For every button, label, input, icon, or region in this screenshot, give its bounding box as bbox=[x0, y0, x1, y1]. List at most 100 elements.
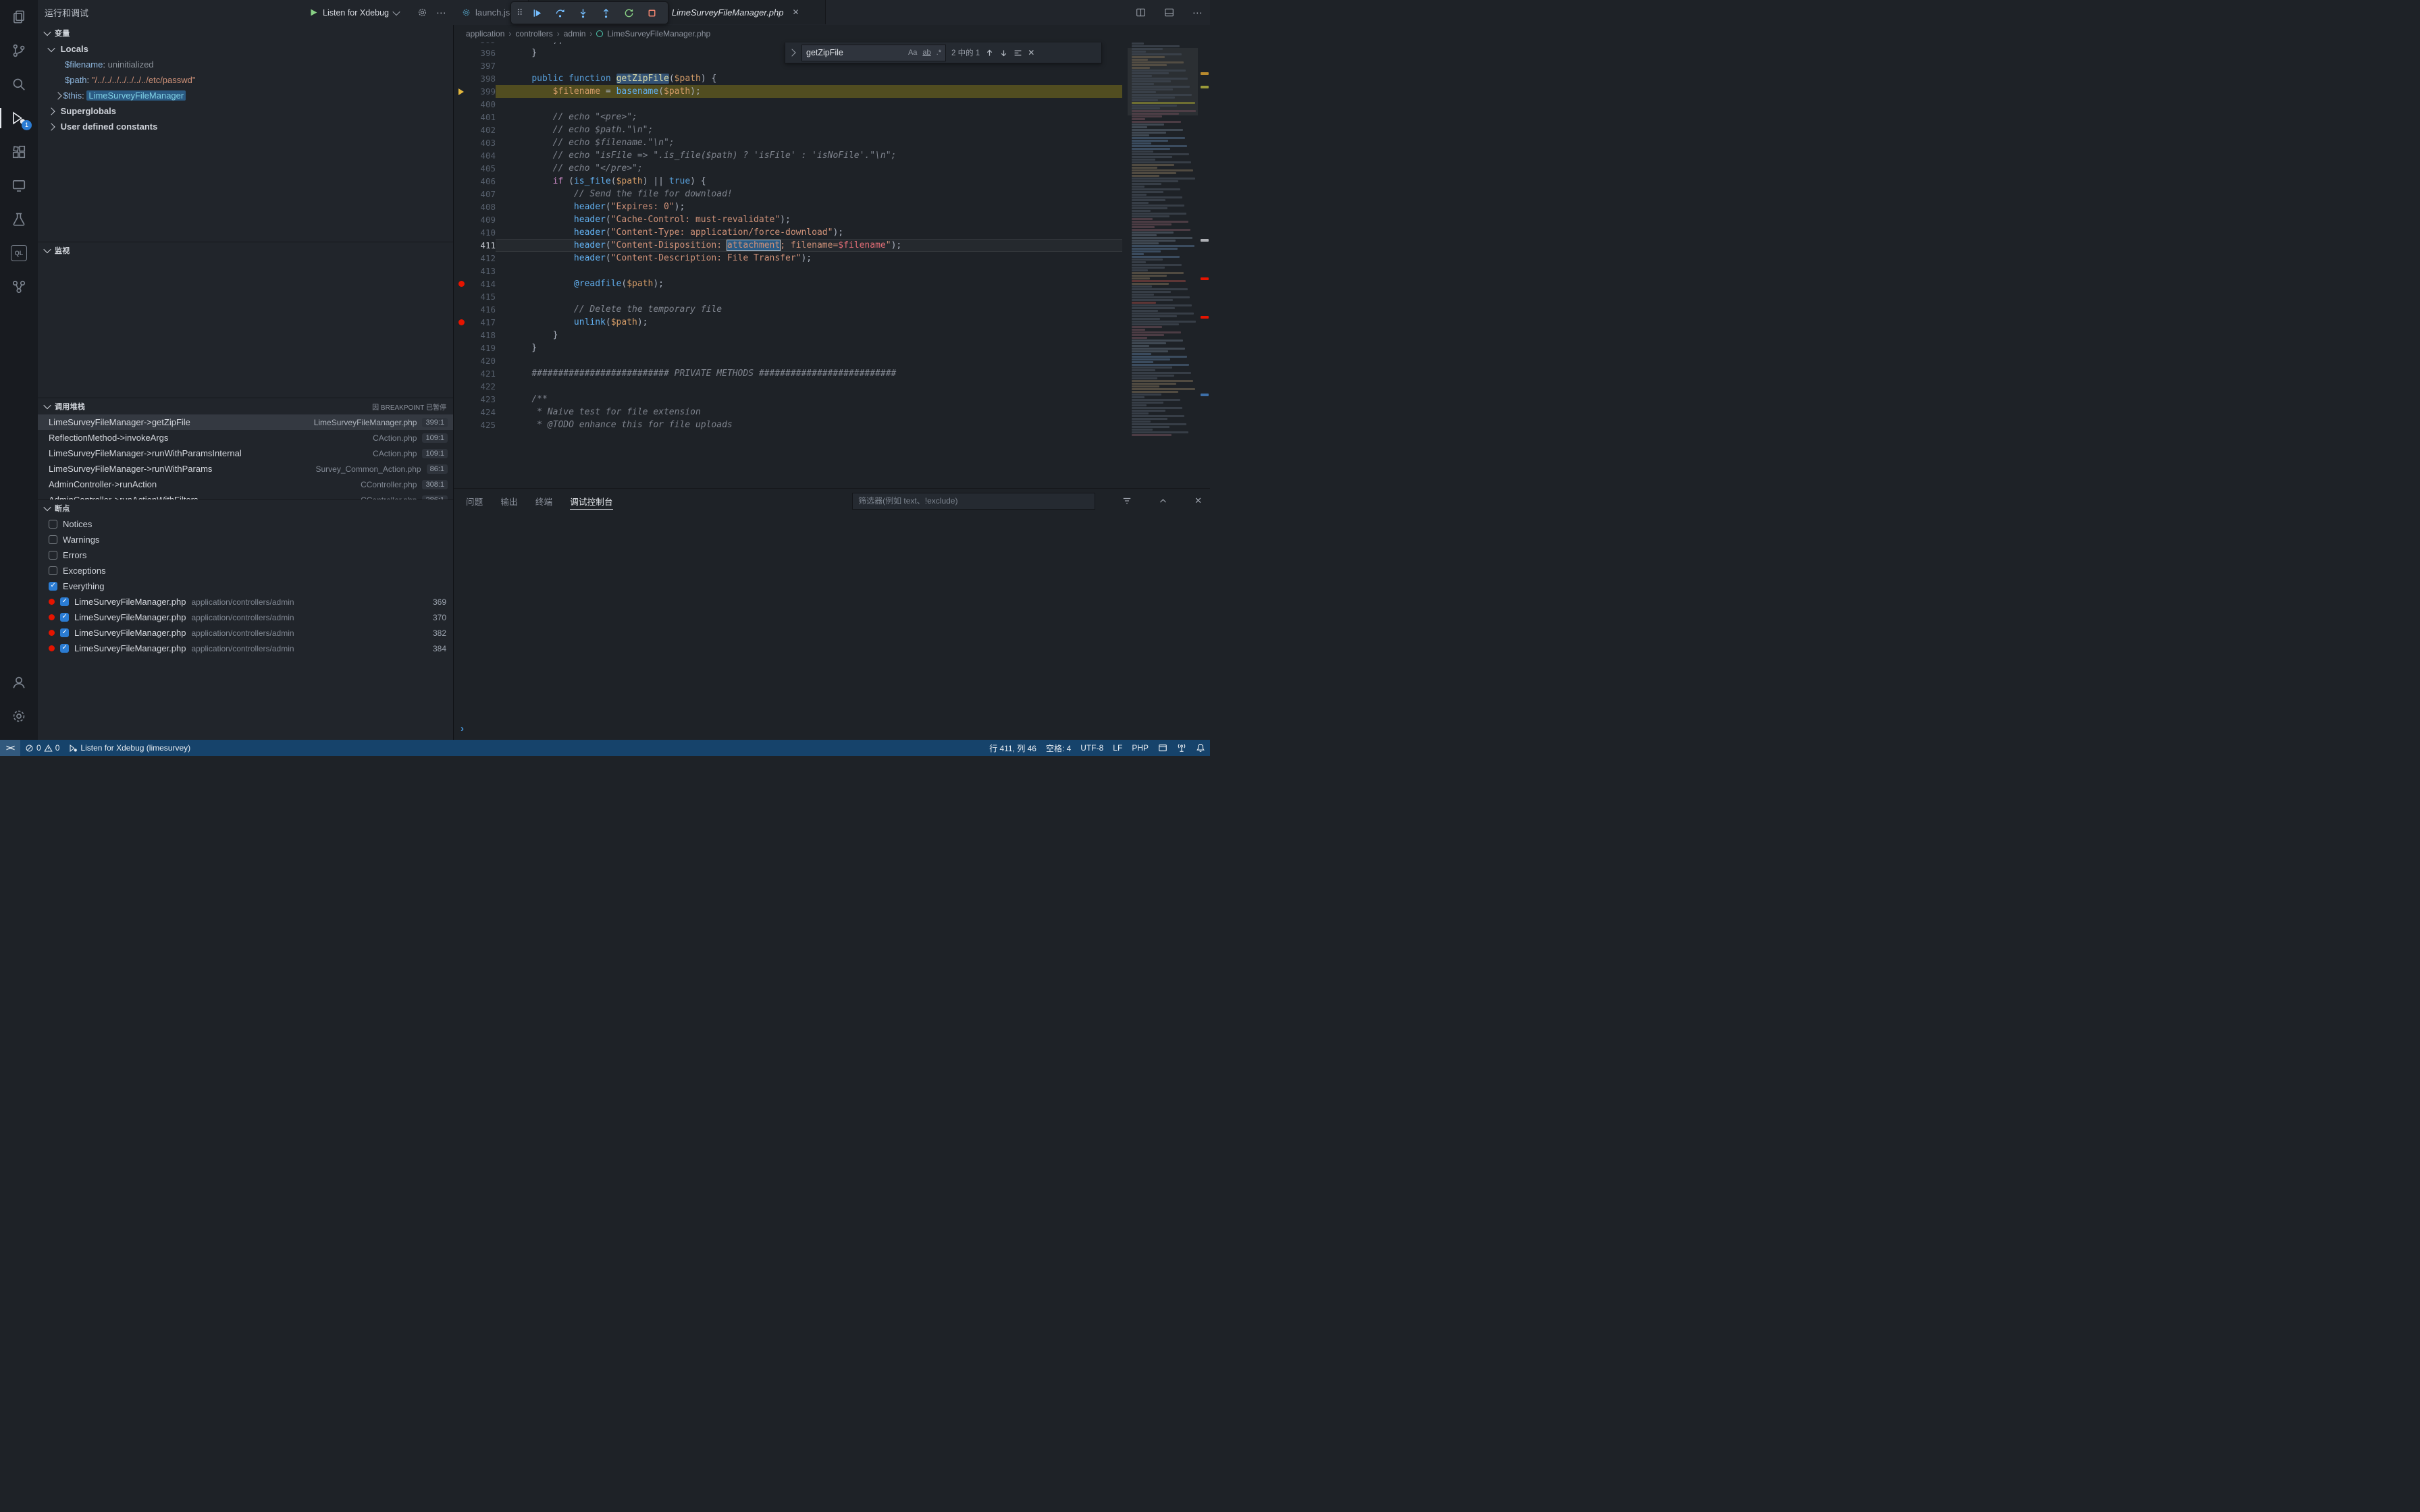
checkbox[interactable] bbox=[60, 613, 69, 622]
minimap[interactable] bbox=[1128, 43, 1198, 448]
line-number[interactable]: 423 bbox=[469, 393, 496, 406]
line-content[interactable] bbox=[496, 98, 1122, 111]
previous-match-icon[interactable] bbox=[985, 49, 994, 57]
line-content[interactable]: // echo $filename."\n"; bbox=[496, 136, 1122, 149]
remote-explorer-icon[interactable] bbox=[0, 169, 38, 202]
gutter-margin[interactable] bbox=[454, 406, 469, 418]
gutter-margin[interactable] bbox=[454, 47, 469, 59]
gutter-margin[interactable] bbox=[454, 252, 469, 265]
toggle-panel-layout-icon[interactable] bbox=[1164, 7, 1174, 18]
step-into-button[interactable] bbox=[573, 3, 594, 22]
line-content[interactable]: header("Expires: 0"); bbox=[496, 200, 1122, 213]
gutter-margin[interactable] bbox=[454, 98, 469, 111]
line-number[interactable]: 421 bbox=[469, 367, 496, 380]
find-input[interactable]: getZipFile Aa ab .* bbox=[801, 45, 946, 61]
ports-icon[interactable] bbox=[1172, 740, 1191, 756]
call-stack-section-header[interactable]: 调用堆栈 因 BREAKPOINT 已暂停 bbox=[38, 398, 453, 414]
tab-debug-console[interactable]: 调试控制台 bbox=[570, 489, 613, 513]
line-number[interactable]: 406 bbox=[469, 175, 496, 188]
breakpoint-toggle-row[interactable]: Warnings bbox=[38, 532, 453, 547]
gutter-margin[interactable] bbox=[454, 342, 469, 354]
checkbox[interactable] bbox=[49, 566, 57, 575]
line-content[interactable]: ########################## PRIVATE METHO… bbox=[496, 367, 1122, 380]
line-number[interactable]: 417 bbox=[469, 316, 496, 329]
tab-problems[interactable]: 问题 bbox=[466, 489, 483, 513]
checkbox[interactable] bbox=[49, 520, 57, 529]
line-number[interactable]: 425 bbox=[469, 418, 496, 431]
breadcrumb-item[interactable]: LimeSurveyFileManager.php bbox=[607, 29, 710, 38]
variable-row[interactable]: $path: "/../../../../../../../etc/passwd… bbox=[38, 72, 453, 88]
line-content[interactable]: $filename = basename($path); bbox=[496, 85, 1122, 98]
gutter-margin[interactable] bbox=[454, 124, 469, 136]
line-content[interactable]: // echo "</pre>"; bbox=[496, 162, 1122, 175]
checkbox[interactable] bbox=[49, 551, 57, 560]
breakpoint-toggle-row[interactable]: Notices bbox=[38, 516, 453, 532]
line-number[interactable]: 408 bbox=[469, 200, 496, 213]
breakpoint-row[interactable]: LimeSurveyFileManager.phpapplication/con… bbox=[38, 625, 453, 641]
call-stack-frame[interactable]: ReflectionMethod->invokeArgsCAction.php1… bbox=[38, 430, 453, 446]
browser-preview-icon[interactable] bbox=[1153, 740, 1172, 756]
call-stack-frame[interactable]: LimeSurveyFileManager->runWithParamsSurv… bbox=[38, 461, 453, 477]
find-in-selection-icon[interactable] bbox=[1014, 49, 1022, 57]
line-number[interactable]: 410 bbox=[469, 226, 496, 239]
breakpoints-section-header[interactable]: 断点 bbox=[38, 500, 453, 516]
gutter-margin[interactable] bbox=[454, 162, 469, 175]
gutter-margin[interactable] bbox=[454, 418, 469, 431]
gutter-margin[interactable] bbox=[454, 367, 469, 380]
files-icon[interactable] bbox=[0, 0, 38, 34]
gutter-margin[interactable] bbox=[454, 290, 469, 303]
line-content[interactable]: } bbox=[496, 342, 1122, 354]
gutter-margin[interactable] bbox=[454, 72, 469, 85]
gutter-margin[interactable] bbox=[454, 136, 469, 149]
checkbox[interactable] bbox=[60, 628, 69, 637]
split-editor-icon[interactable] bbox=[1136, 7, 1146, 18]
overview-ruler[interactable] bbox=[1199, 43, 1210, 488]
settings-gear-icon[interactable] bbox=[0, 699, 38, 733]
scope-row-superglobals[interactable]: Superglobals bbox=[38, 103, 453, 119]
line-content[interactable] bbox=[496, 380, 1122, 393]
breakpoint-dot-icon[interactable] bbox=[458, 281, 465, 287]
more-actions-icon[interactable]: ⋯ bbox=[1192, 7, 1203, 19]
match-case-icon[interactable]: Aa bbox=[908, 49, 917, 57]
gutter-margin[interactable] bbox=[454, 354, 469, 367]
toggle-replace-icon[interactable] bbox=[788, 43, 796, 63]
close-panel-icon[interactable]: ✕ bbox=[1194, 495, 1202, 506]
line-number[interactable]: 397 bbox=[469, 59, 496, 72]
testing-icon[interactable] bbox=[0, 202, 38, 236]
checkbox[interactable] bbox=[60, 597, 69, 606]
line-number[interactable]: 407 bbox=[469, 188, 496, 200]
line-content[interactable]: header("Content-Description: File Transf… bbox=[496, 252, 1122, 265]
line-number[interactable]: 419 bbox=[469, 342, 496, 354]
line-content[interactable]: header("Content-Disposition: attachment;… bbox=[496, 239, 1122, 252]
line-number[interactable]: 418 bbox=[469, 329, 496, 342]
chevron-down-icon[interactable] bbox=[392, 7, 400, 15]
line-content[interactable] bbox=[496, 354, 1122, 367]
call-stack-frame[interactable]: LimeSurveyFileManager->runWithParamsInte… bbox=[38, 446, 453, 461]
breakpoint-toggle-row[interactable]: Errors bbox=[38, 547, 453, 563]
next-match-icon[interactable] bbox=[999, 49, 1008, 57]
variables-section-header[interactable]: 变量 bbox=[38, 25, 453, 41]
gutter-margin[interactable] bbox=[454, 329, 469, 342]
line-content[interactable]: header("Cache-Control: must-revalidate")… bbox=[496, 213, 1122, 226]
line-content[interactable]: public function getZipFile($path) { bbox=[496, 72, 1122, 85]
line-number[interactable]: 405 bbox=[469, 162, 496, 175]
gutter-margin[interactable] bbox=[454, 213, 469, 226]
line-number[interactable]: 409 bbox=[469, 213, 496, 226]
line-content[interactable]: } bbox=[496, 329, 1122, 342]
line-content[interactable]: header("Content-Type: application/force-… bbox=[496, 226, 1122, 239]
line-number[interactable]: 413 bbox=[469, 265, 496, 277]
scope-row-locals[interactable]: Locals bbox=[38, 41, 453, 57]
line-content[interactable] bbox=[496, 290, 1122, 303]
breadcrumb-item[interactable]: controllers bbox=[515, 29, 552, 38]
gutter-margin[interactable] bbox=[454, 277, 469, 290]
line-number[interactable]: 404 bbox=[469, 149, 496, 162]
whole-word-icon[interactable]: ab bbox=[922, 49, 930, 57]
line-number[interactable]: 414 bbox=[469, 277, 496, 290]
line-content[interactable]: // echo $path."\n"; bbox=[496, 124, 1122, 136]
gutter-margin[interactable] bbox=[454, 265, 469, 277]
variable-row[interactable]: $this: LimeSurveyFileManager bbox=[38, 88, 453, 103]
line-number[interactable]: 424 bbox=[469, 406, 496, 418]
code-editor[interactable]: 395 );396 }397398 public function getZip… bbox=[454, 43, 1122, 488]
bell-icon[interactable] bbox=[1191, 740, 1210, 756]
toolbar-grip-handle[interactable]: ⠿ bbox=[517, 7, 523, 18]
